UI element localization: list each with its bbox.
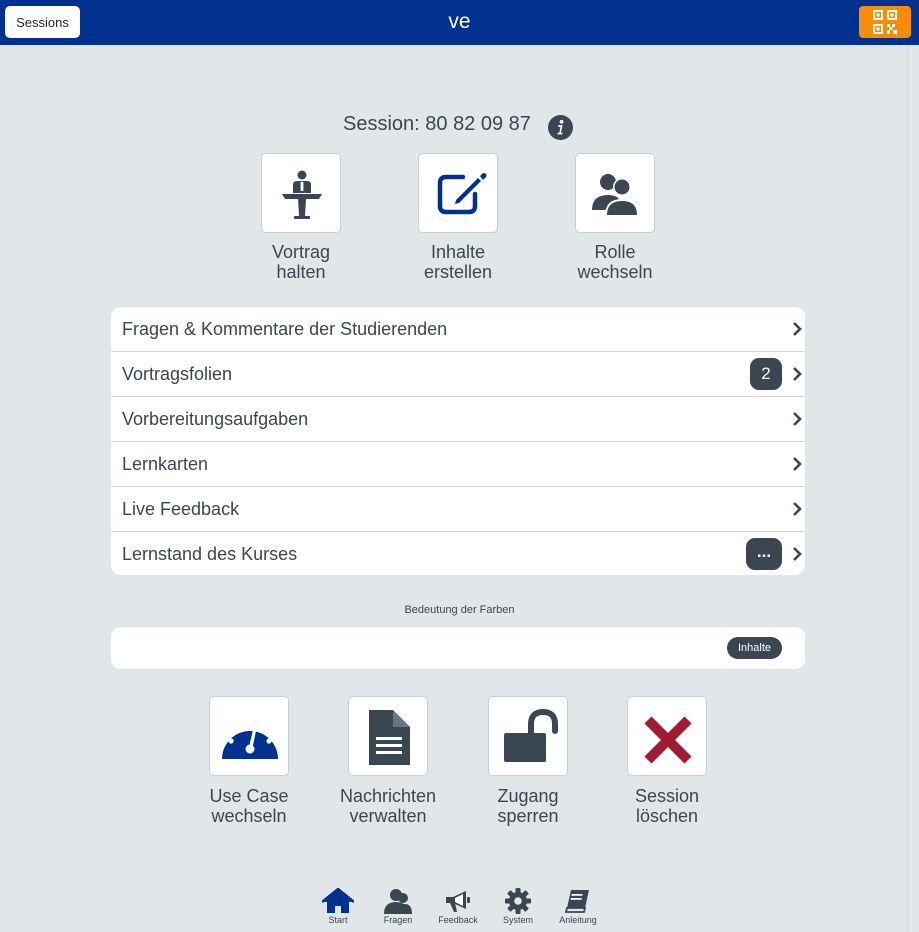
inhalte-erstellen-label: Inhalte erstellen <box>423 242 493 282</box>
color-legend-caption: Bedeutung der Farben <box>404 604 515 616</box>
zugang-sperren-label: Zugang sperren <box>497 786 559 826</box>
nav-anleitung[interactable]: Anleitung <box>548 888 608 925</box>
dashboard-gauge-icon <box>222 721 278 759</box>
info-icon[interactable] <box>548 115 573 140</box>
menu-item-vorbereitungsaufgaben[interactable]: Vorbereitungsaufgaben <box>111 397 805 442</box>
chevron-right-icon <box>793 367 802 381</box>
menu-item-vortragsfolien[interactable]: Vortragsfolien 2 <box>111 352 805 397</box>
inhalte-erstellen-button[interactable] <box>418 153 498 233</box>
megaphone-icon <box>446 891 470 912</box>
user-icon <box>384 889 412 914</box>
nachrichten-verwalten-button[interactable] <box>348 696 428 776</box>
session-menu-list: Fragen & Kommentare der Studierenden Vor… <box>111 307 805 575</box>
nav-feedback[interactable]: Feedback <box>428 888 488 925</box>
delete-x-icon <box>644 716 692 764</box>
use-case-wechseln-label: Use Case wechseln <box>209 786 289 826</box>
vortrag-halten-button[interactable] <box>261 153 341 233</box>
users-icon <box>592 174 639 216</box>
top-bar: Sessions ve <box>0 0 919 45</box>
count-badge: 2 <box>750 358 782 390</box>
chevron-right-icon <box>793 412 802 426</box>
menu-item-lernstand[interactable]: Lernstand des Kurses ... <box>111 532 805 575</box>
chevron-right-icon <box>793 547 802 561</box>
nav-start[interactable]: Start <box>308 888 368 925</box>
zugang-sperren-button[interactable] <box>488 696 568 776</box>
chevron-right-icon <box>793 502 802 516</box>
chevron-right-icon <box>793 457 802 471</box>
book-icon <box>564 890 589 913</box>
qr-code-icon <box>873 10 897 34</box>
scrollbar[interactable] <box>907 45 919 932</box>
qr-code-button[interactable] <box>859 6 911 38</box>
unlock-icon <box>504 708 558 762</box>
session-loeschen-button[interactable] <box>627 696 707 776</box>
color-legend-box: Inhalte <box>111 627 805 669</box>
nav-fragen[interactable]: Fragen <box>368 888 428 925</box>
nav-system[interactable]: System <box>488 888 548 925</box>
lectern-speaker-icon <box>282 170 322 219</box>
menu-item-lernkarten[interactable]: Lernkarten <box>111 442 805 487</box>
session-loeschen-label: Session löschen <box>634 786 700 826</box>
menu-item-live-feedback[interactable]: Live Feedback <box>111 487 805 532</box>
home-icon <box>322 888 354 913</box>
use-case-wechseln-button[interactable] <box>209 696 289 776</box>
loading-badge: ... <box>746 538 782 570</box>
document-icon <box>369 710 410 765</box>
rolle-wechseln-button[interactable] <box>575 153 655 233</box>
chevron-right-icon <box>793 322 802 336</box>
vortrag-halten-label: Vortrag halten <box>271 242 331 282</box>
menu-item-fragen-kommentare[interactable]: Fragen & Kommentare der Studierenden <box>111 307 805 352</box>
gear-icon <box>505 888 531 914</box>
rolle-wechseln-label: Rolle wechseln <box>577 242 653 282</box>
bottom-navigation: Start Fragen Feedback System Anleitung <box>0 880 919 932</box>
nachrichten-verwalten-label: Nachrichten verwalten <box>339 786 437 826</box>
inhalte-color-chip: Inhalte <box>727 637 783 659</box>
session-id-label: Session: 80 82 09 87 <box>343 113 531 135</box>
edit-pencil-icon <box>437 173 487 215</box>
page-title: ve <box>448 10 471 33</box>
